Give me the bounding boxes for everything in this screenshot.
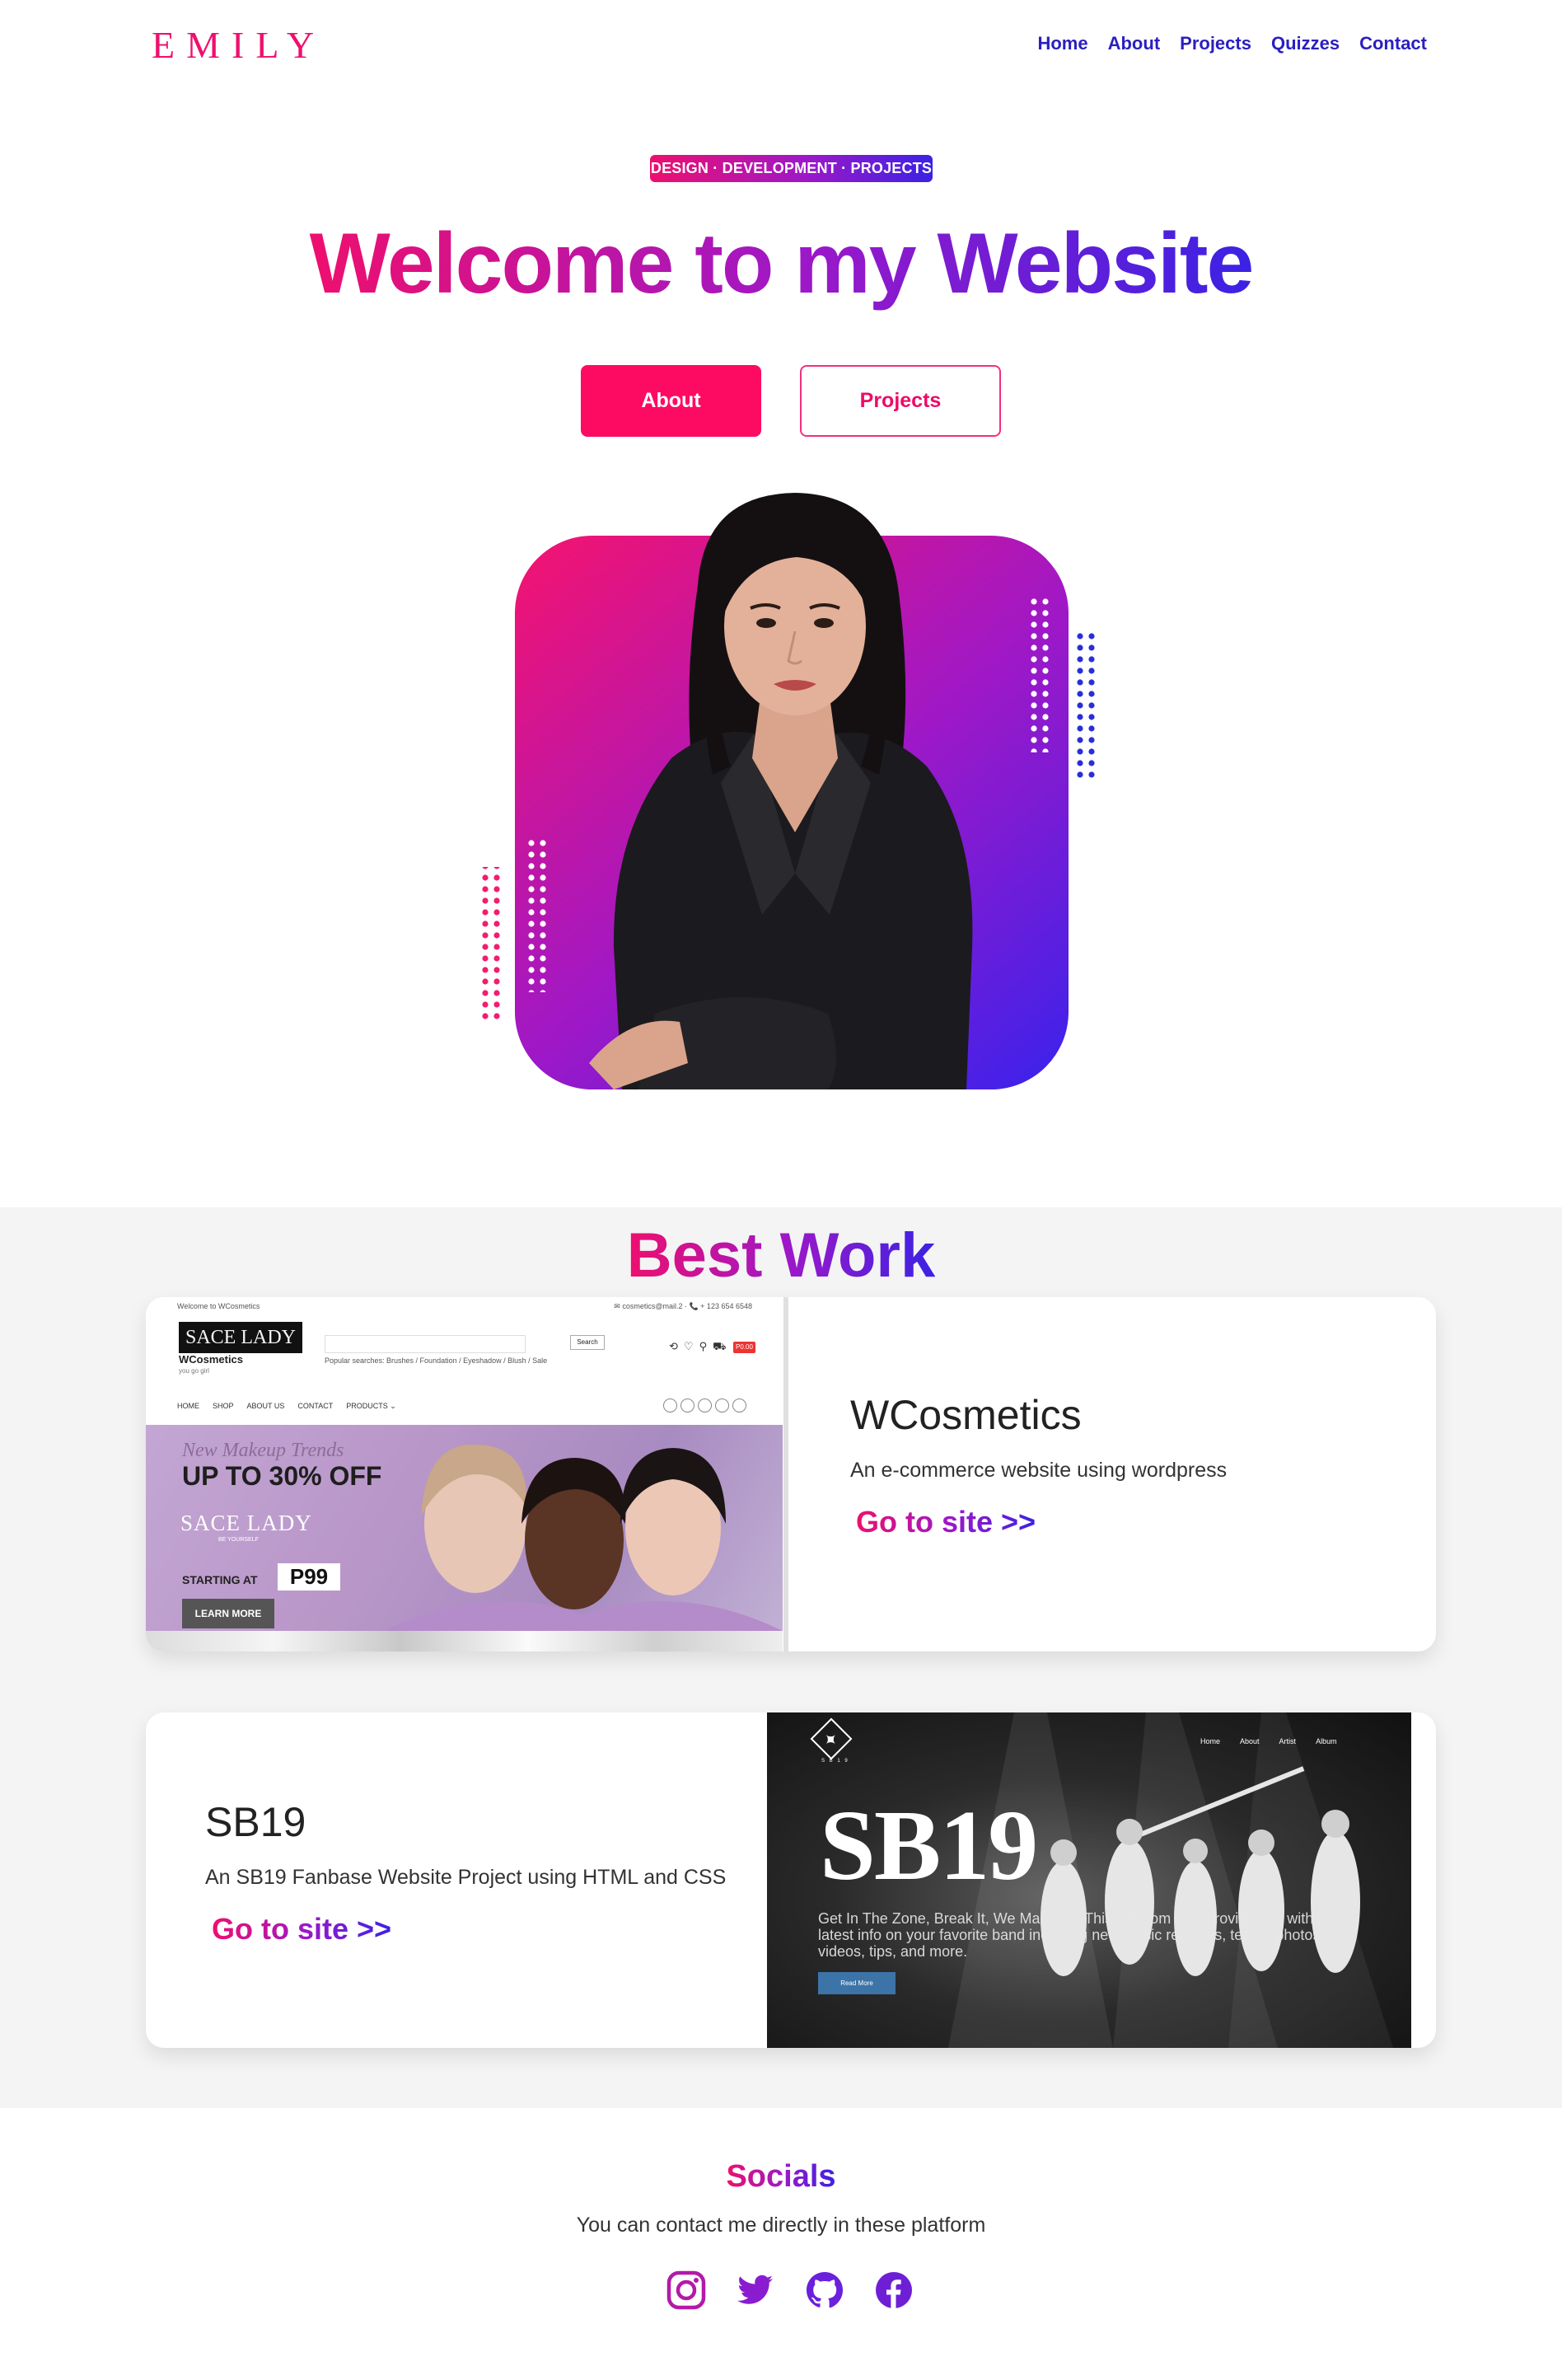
banner-price: P99 [278,1563,340,1591]
socials-subtitle: You can contact me directly in these pla… [576,2214,986,2237]
github-icon[interactable] [804,2270,845,2311]
social-icons [666,2270,914,2311]
refresh-icon: ⟲ [669,1340,678,1352]
preview-topbar: Welcome to WCosmetics ✉ cosmetics@mail.2… [146,1297,783,1315]
preview-search-button: Search [570,1335,605,1350]
go-to-site-link[interactable]: Go to site >> [212,1912,391,1947]
preview-nav: HOME SHOP ABOUT US CONTACT PRODUCTS ⌄ [177,1402,396,1411]
nav-link-projects[interactable]: Projects [1180,33,1251,54]
sb19-hero-title: SB19 [820,1790,1038,1901]
heart-icon: ♡ [683,1340,694,1352]
circle-icon [698,1398,712,1413]
preview-cart-price: P0.00 [733,1342,755,1353]
site-logo[interactable]: EMILY [152,23,325,67]
sb19-read-more-button: Read More [818,1972,896,1994]
best-work-title: Best Work [0,1218,1562,1294]
about-button[interactable]: About [581,365,761,437]
nav-link-about[interactable]: About [1108,33,1161,54]
models-illustration [385,1444,783,1631]
project-description: An SB19 Fanbase Website Project using HT… [205,1866,727,1889]
projects-button[interactable]: Projects [800,365,1001,437]
circle-icon [732,1398,746,1413]
preview-contact-text: ✉ cosmetics@mail.2 · 📞 + 123 654 6548 [614,1302,752,1310]
instagram-icon[interactable] [666,2270,707,2311]
nav-links: Home About Projects Quizzes Contact [1037,33,1427,54]
preview-nav-item: About [1240,1737,1260,1745]
preview-nav-item: ABOUT US [246,1402,285,1410]
banner-brand: SACE LADY [180,1511,312,1535]
circle-icon [663,1398,677,1413]
sb19-logo-text: S B 1 9 [821,1759,849,1764]
preview-search-input [325,1335,526,1353]
preview-site-name: WCosmetics [179,1353,244,1366]
navbar: EMILY Home About Projects Quizzes Contac… [0,0,1562,92]
user-icon: ⚲ [699,1340,708,1352]
circle-icon [680,1398,694,1413]
nav-link-quizzes[interactable]: Quizzes [1271,33,1340,54]
project-title: SB19 [205,1799,306,1845]
hero-badge: DESIGN · DEVELOPMENT · PROJECTS [650,155,933,182]
twitter-icon[interactable] [735,2270,776,2311]
banner-starting-text: STARTING AT [182,1573,258,1586]
nav-link-home[interactable]: Home [1037,33,1087,54]
project-card-wcosmetics: Welcome to WCosmetics ✉ cosmetics@mail.2… [146,1297,1436,1651]
preview-nav-item: PRODUCTS ⌄ [346,1402,396,1410]
project-description: An e-commerce website using wordpress [850,1459,1228,1482]
preview-popular-searches: Popular searches: Brushes / Foundation /… [325,1356,548,1365]
sb19-hero-body: Get In The Zone, Break It, We Make It...… [818,1910,1339,1960]
banner-learn-more-button: LEARN MORE [182,1599,274,1628]
preview-nav-item: Artist [1279,1737,1297,1745]
hero-title: Welcome to my Website [0,208,1562,320]
preview-nav-item: CONTACT [297,1402,334,1410]
preview-bottom-strip [146,1631,783,1651]
person-photo [589,493,973,1089]
project-card-sb19: SB19 An SB19 Fanbase Website Project usi… [146,1712,1436,2048]
banner-headline: UP TO 30% OFF [182,1461,382,1491]
banner-script-text: New Makeup Trends [182,1440,344,1461]
preview-nav-item: Album [1316,1737,1337,1745]
sb19-preview[interactable]: ✦ S B 1 9 Home About Artist Album SB19 G… [767,1712,1411,2048]
go-to-site-link[interactable]: Go to site >> [856,1505,1036,1539]
preview-header-icons: ⟲ ♡ ⚲ ⛟ [669,1340,726,1355]
wcosmetics-preview[interactable]: Welcome to WCosmetics ✉ cosmetics@mail.2… [146,1297,788,1651]
circle-icon [715,1398,729,1413]
preview-welcome-text: Welcome to WCosmetics [177,1302,260,1310]
preview-nav-item: SHOP [213,1402,234,1410]
banner-brand-sub: BE YOURSELF [218,1537,259,1543]
facebook-icon[interactable] [873,2270,914,2311]
preview-logo: SACE LADY [179,1322,302,1353]
cart-icon: ⛟ [713,1340,727,1352]
preview-nav-item: Home [1200,1737,1221,1745]
sb19-preview-nav: Home About Artist Album [1200,1737,1337,1745]
socials-title: Socials [0,2156,1562,2197]
hero-portrait [470,486,1096,1096]
preview-banner: New Makeup Trends UP TO 30% OFF SACE LAD… [146,1425,783,1631]
preview-social-icons [663,1398,746,1413]
project-title: WCosmetics [850,1392,1082,1438]
preview-tagline: you go girl [179,1367,209,1375]
preview-nav-item: HOME [177,1402,199,1410]
nav-link-contact[interactable]: Contact [1359,33,1427,54]
